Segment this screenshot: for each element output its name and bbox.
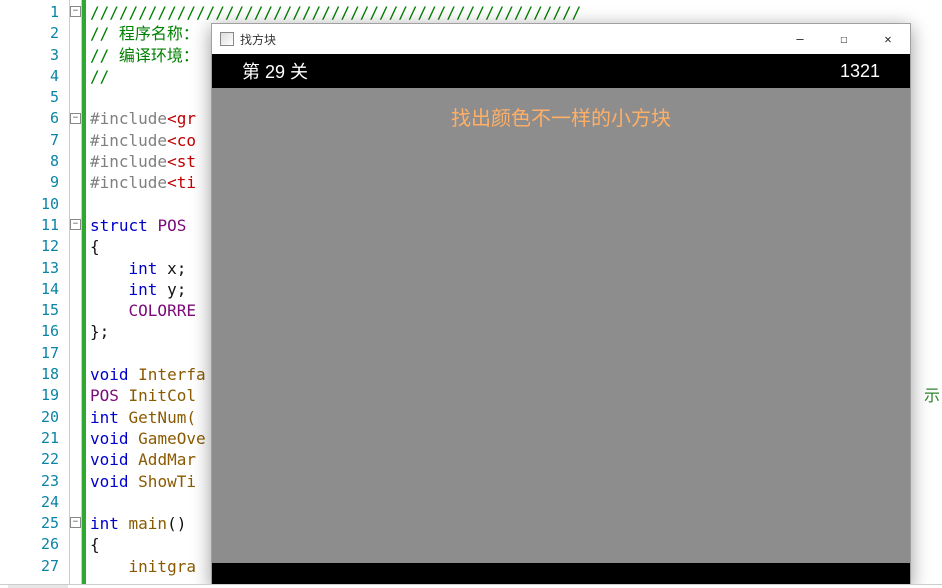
function-name: GameOve [138, 429, 205, 448]
brace: { [90, 237, 100, 256]
keyword: void [90, 365, 138, 384]
include-path: <co [167, 131, 196, 150]
fold-column: − − − − [70, 0, 82, 588]
level-label: 第 29 关 [242, 58, 308, 84]
line-number: 16 [0, 321, 69, 342]
comment-fragment: 示 [924, 385, 940, 406]
game-play-area[interactable]: 找出颜色不一样的小方块 [212, 88, 910, 563]
comment: 编译环境： [119, 46, 199, 65]
keyword: int [90, 280, 167, 299]
type-name: COLORRE [90, 301, 196, 320]
game-footer [212, 563, 910, 585]
fold-toggle[interactable]: − [70, 219, 81, 230]
line-number: 13 [0, 258, 69, 279]
window-titlebar[interactable]: 找方块 — ☐ ✕ [212, 24, 910, 54]
line-number: 9 [0, 172, 69, 193]
keyword: int [90, 514, 129, 533]
identifier: x; [167, 259, 186, 278]
line-number: 19 [0, 385, 69, 406]
brace: }; [90, 322, 109, 341]
line-number: 5 [0, 87, 69, 108]
line-number: 23 [0, 471, 69, 492]
parens: () [167, 514, 186, 533]
keyword: struct [90, 216, 157, 235]
line-number: 4 [0, 66, 69, 87]
comment-line: ////////////////////////////////////////… [90, 3, 581, 22]
line-number: 20 [0, 407, 69, 428]
preproc: #include [90, 131, 167, 150]
ide-bottom-strip [0, 584, 942, 588]
instruction-text: 找出颜色不一样的小方块 [451, 102, 671, 563]
line-number: 8 [0, 151, 69, 172]
function-name: GetNum( [129, 408, 196, 427]
comment: // [90, 24, 119, 43]
function-name: ShowTi [138, 472, 196, 491]
fold-toggle[interactable]: − [70, 517, 81, 528]
identifier: y; [167, 280, 186, 299]
function-name: AddMar [138, 450, 196, 469]
include-path: <st [167, 152, 196, 171]
keyword: void [90, 472, 138, 491]
line-number: 2 [0, 23, 69, 44]
comment: 程序名称： [119, 24, 199, 43]
comment: // [90, 67, 109, 86]
line-number: 7 [0, 130, 69, 151]
line-number: 25 [0, 513, 69, 534]
fold-toggle[interactable]: − [70, 6, 81, 17]
line-number: 14 [0, 279, 69, 300]
line-number: 22 [0, 449, 69, 470]
score-value: 1321 [840, 61, 880, 82]
function-name: main [129, 514, 168, 533]
preproc: #include [90, 152, 167, 171]
line-number: 6 [0, 108, 69, 129]
line-number: 21 [0, 428, 69, 449]
brace: { [90, 535, 100, 554]
keyword: int [90, 259, 167, 278]
line-number: 3 [0, 45, 69, 66]
function-name: Interfa [138, 365, 205, 384]
window-title: 找方块 [240, 31, 276, 48]
function-call: initgra [90, 557, 196, 576]
line-number-gutter: 1234567891011121314151617181920212223242… [0, 0, 70, 588]
line-number: 10 [0, 194, 69, 215]
function-name: InitCol [129, 386, 196, 405]
line-number: 11 [0, 215, 69, 236]
close-button[interactable]: ✕ [866, 24, 910, 54]
line-number: 26 [0, 534, 69, 555]
fold-toggle[interactable]: − [70, 113, 81, 124]
game-window: 找方块 — ☐ ✕ 第 29 关 1321 找出颜色不一样的小方块 [211, 23, 911, 586]
maximize-button[interactable]: ☐ [822, 24, 866, 54]
game-header: 第 29 关 1321 [212, 54, 910, 88]
line-number: 12 [0, 236, 69, 257]
line-number: 18 [0, 364, 69, 385]
line-number: 17 [0, 343, 69, 364]
include-path: <ti [167, 173, 196, 192]
type-name: POS [157, 216, 186, 235]
include-path: <gr [167, 109, 196, 128]
line-number: 1 [0, 2, 69, 23]
preproc: #include [90, 109, 167, 128]
comment: // [90, 46, 119, 65]
preproc: #include [90, 173, 167, 192]
line-number: 15 [0, 300, 69, 321]
line-number: 27 [0, 556, 69, 577]
type-name: POS [90, 386, 129, 405]
keyword: void [90, 429, 138, 448]
window-icon [220, 32, 234, 46]
minimize-button[interactable]: — [778, 24, 822, 54]
keyword: void [90, 450, 138, 469]
keyword: int [90, 408, 129, 427]
line-number: 24 [0, 492, 69, 513]
